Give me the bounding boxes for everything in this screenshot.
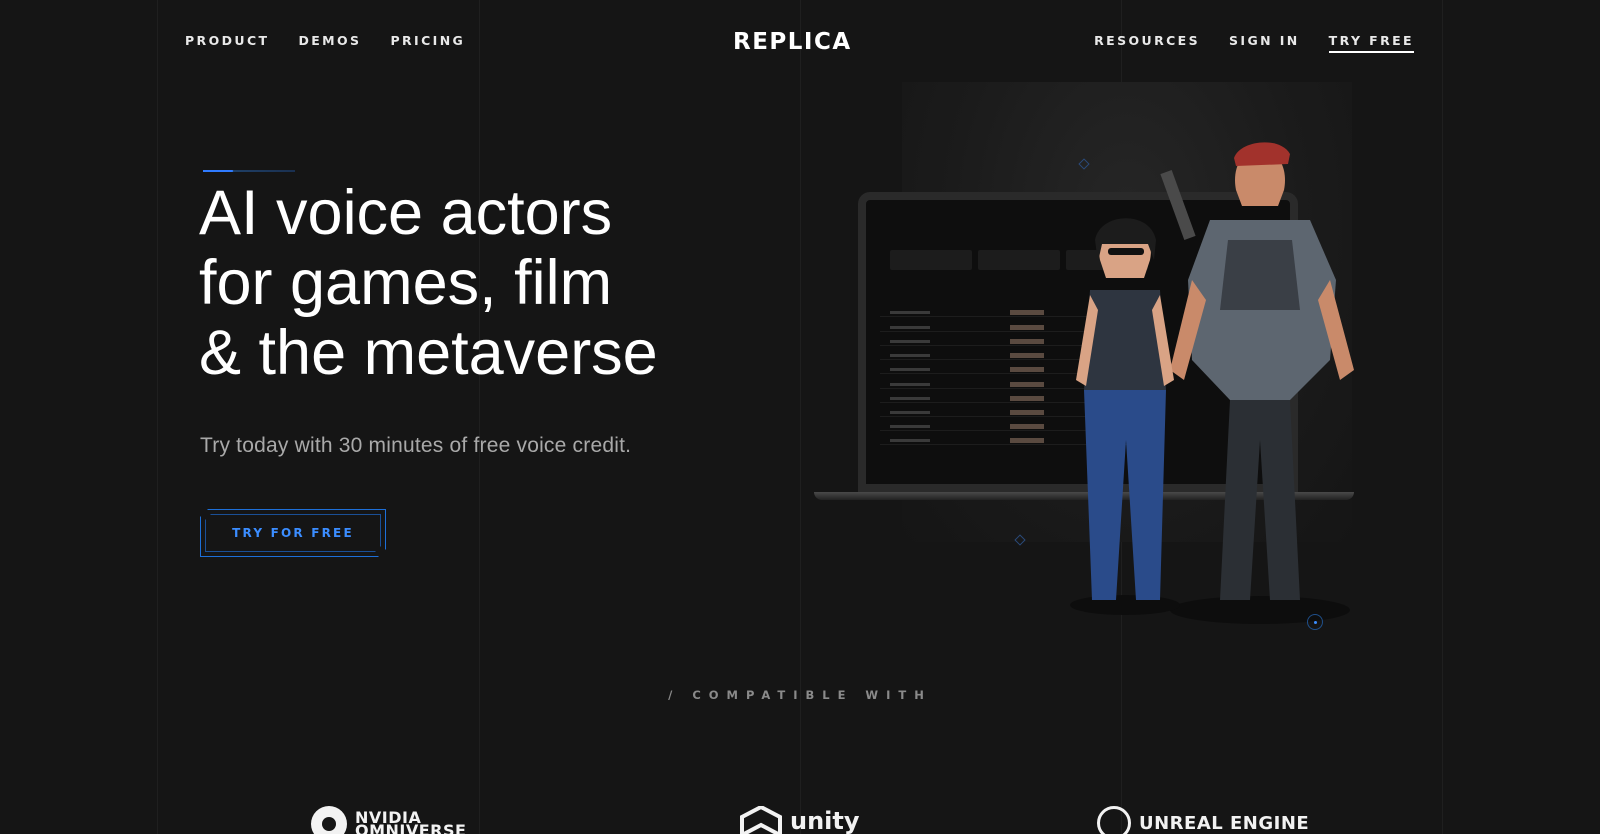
replica-logo[interactable]: REPLICA [733,30,867,54]
nvidia-omniverse-logo-icon [311,806,347,834]
partner-unity[interactable]: unity [740,806,860,834]
partner-name: unity [790,806,860,834]
nav-right-links: RESOURCES SIGN IN TRY FREE [1094,34,1414,53]
headline-accent-line [203,170,295,172]
partner-nvidia-omniverse[interactable]: NVIDIA OMNIVERSE [311,806,466,834]
partner-name: NVIDIA OMNIVERSE [355,810,467,834]
partner-unreal-engine[interactable]: UNREAL ENGINE [1097,806,1309,834]
nav-sign-in-link[interactable]: SIGN IN [1229,34,1300,53]
grid-line [479,0,480,834]
nav-resources-link[interactable]: RESOURCES [1094,34,1200,53]
headline-line: & the metaverse [199,318,658,388]
hero-headline: AI voice actors for games, film & the me… [199,178,759,388]
try-for-free-button[interactable]: TRY FOR FREE [200,509,386,557]
headline-line: for games, film [199,248,613,318]
nav-try-free-link[interactable]: TRY FREE [1328,34,1414,53]
cta-label: TRY FOR FREE [232,526,354,540]
hero-illustration [810,80,1410,640]
nav-pricing-link[interactable]: PRICING [390,34,465,48]
grid-line [800,0,801,834]
top-navigation: PRODUCT DEMOS PRICING REPLICA RESOURCES … [0,0,1600,84]
nav-demos-link[interactable]: DEMOS [298,34,361,48]
unreal-engine-logo-icon [1097,806,1131,834]
logo-wordmark: REPLICA [733,29,852,55]
nav-left-links: PRODUCT DEMOS PRICING [185,34,465,48]
ui-card [890,250,972,270]
grid-line [1442,0,1443,834]
compatible-with-label: / COMPATIBLE WITH [668,688,932,702]
partner-name: UNREAL ENGINE [1139,812,1310,834]
hero-subtext: Try today with 30 minutes of free voice … [200,434,632,457]
decorative-circle-icon [1307,614,1323,630]
ui-card [978,250,1060,270]
headline-line: AI voice actors [199,178,613,248]
character-agent [1070,218,1180,615]
unity-logo-icon [740,806,782,834]
grid-line [157,0,158,834]
partner-name-line: OMNIVERSE [355,821,467,834]
nav-product-link[interactable]: PRODUCT [185,34,269,48]
